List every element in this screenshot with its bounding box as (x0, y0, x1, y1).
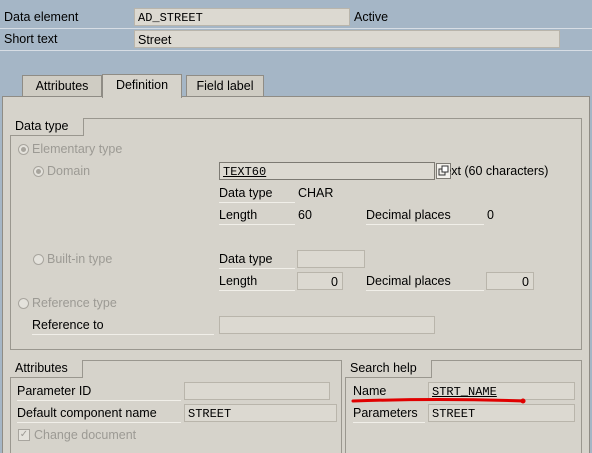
builtin-length-label: Length (219, 272, 295, 291)
builtin-length-field[interactable]: 0 (297, 272, 343, 290)
header-divider (0, 28, 592, 29)
domain-description: Text (60 characters) (440, 164, 549, 178)
search-help-parameters-label: Parameters (353, 404, 425, 423)
default-component-field[interactable]: STREET (184, 404, 337, 422)
search-help-parameters-field[interactable]: STREET (428, 404, 575, 422)
data-type-title: Data type (10, 118, 84, 136)
builtin-data-type-label: Data type (219, 250, 295, 269)
parameter-id-label: Parameter ID (17, 382, 181, 401)
tab-label: Field label (196, 79, 254, 93)
domain-data-type-label: Data type (219, 184, 295, 203)
tab-label: Definition (115, 78, 169, 92)
default-component-label: Default component name (17, 404, 181, 423)
parameter-id-field[interactable] (184, 382, 330, 400)
domain-radio[interactable] (33, 166, 44, 177)
tab-label: Attributes (35, 79, 89, 93)
short-text-label: Short text (4, 32, 58, 46)
reference-type-label: Reference type (32, 296, 117, 310)
domain-data-type-value: CHAR (298, 186, 334, 200)
reference-to-label: Reference to (32, 316, 214, 335)
attributes-title: Attributes (10, 360, 83, 378)
change-document-label: Change document (34, 428, 137, 442)
builtin-type-label: Built-in type (47, 252, 113, 266)
red-underline-annotation (351, 398, 526, 404)
header-divider (0, 50, 592, 51)
domain-field[interactable]: TEXT60 (219, 162, 435, 180)
elementary-type-label: Elementary type (32, 142, 123, 156)
elementary-type-radio[interactable] (18, 144, 29, 155)
tab-field-label[interactable]: Field label (186, 75, 264, 96)
tab-definition[interactable]: Definition (102, 74, 182, 98)
domain-decimal-label: Decimal places (366, 206, 484, 225)
status-text: Active (350, 8, 560, 26)
data-element-label: Data element (4, 10, 79, 24)
short-text-field[interactable]: Street (134, 30, 560, 48)
search-help-title: Search help (345, 360, 432, 378)
domain-label: Domain (47, 164, 91, 178)
builtin-decimal-label: Decimal places (366, 272, 484, 291)
domain-decimal-value: 0 (487, 208, 494, 222)
domain-length-value: 60 (298, 208, 312, 222)
builtin-type-radio[interactable] (33, 254, 44, 265)
reference-to-field[interactable] (219, 316, 435, 334)
domain-length-label: Length (219, 206, 295, 225)
data-element-field[interactable]: AD_STREET (134, 8, 350, 26)
tab-attributes[interactable]: Attributes (22, 75, 102, 96)
reference-type-radio[interactable] (18, 298, 29, 309)
builtin-decimal-field[interactable]: 0 (486, 272, 534, 290)
change-document-checkbox[interactable]: ✓ (18, 429, 30, 441)
builtin-data-type-field[interactable] (297, 250, 365, 268)
domain-value: TEXT60 (223, 165, 267, 179)
